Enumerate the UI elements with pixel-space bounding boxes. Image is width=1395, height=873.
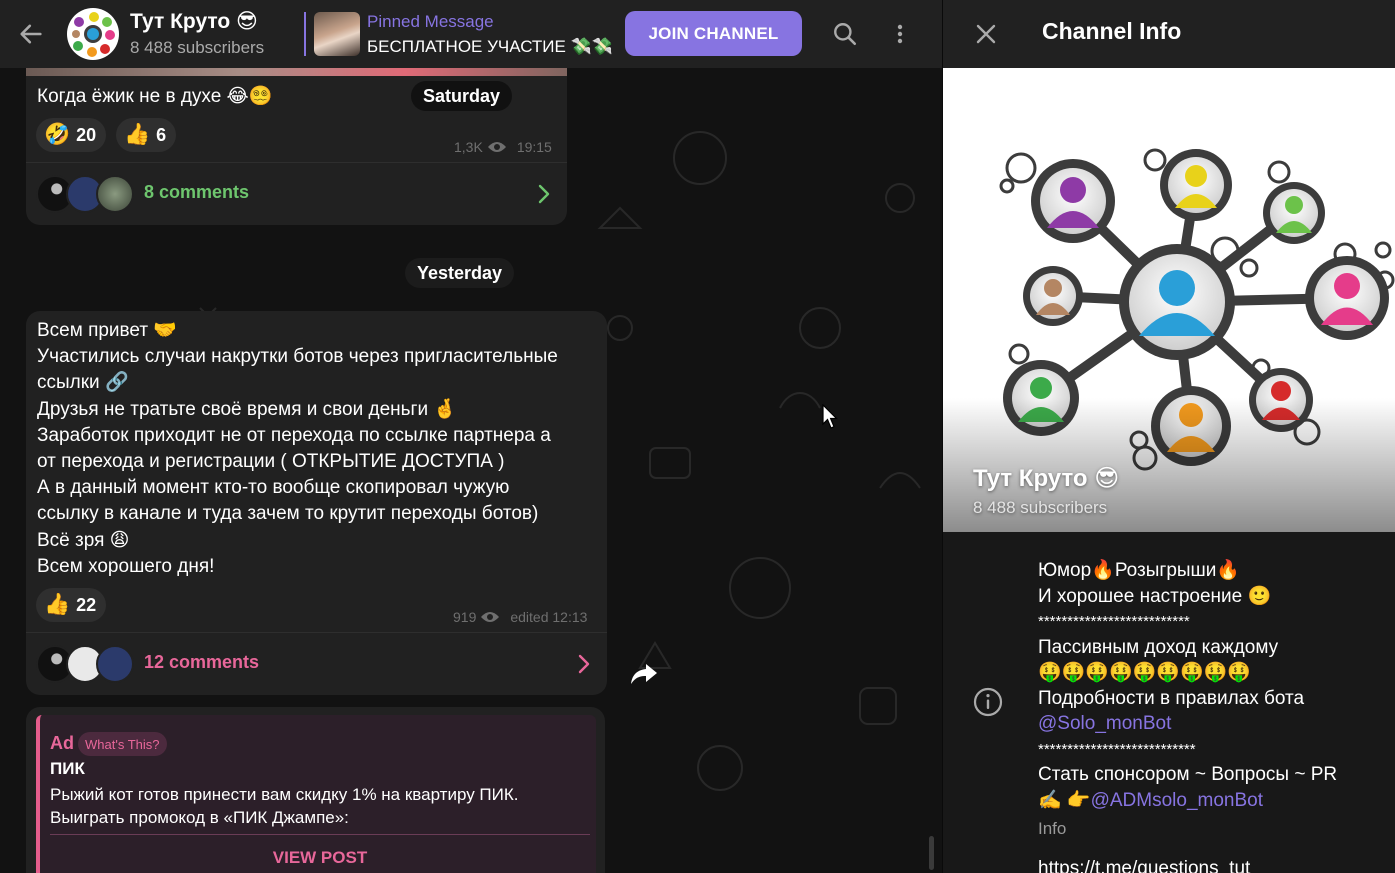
share-button[interactable] [625, 655, 663, 693]
thumbs-up-emoji-icon: 👍 [124, 123, 151, 146]
message-line: Участились случаи накрутки ботов через п… [37, 346, 558, 368]
mouse-cursor-icon [822, 404, 838, 429]
description-line: *************************** [1038, 740, 1196, 758]
reaction-chip[interactable]: 👍 6 [116, 118, 177, 152]
description-caption: Info [1038, 819, 1067, 838]
comments-link[interactable]: 8 comments [26, 162, 567, 224]
info-title: Channel Info [1042, 18, 1182, 44]
message-line: от перехода и регистрации ( ОТКРЫТИЕ ДОС… [37, 451, 505, 473]
message-bubble[interactable]: Всем привет 🤝 Участились случаи накрутки… [26, 311, 607, 695]
message-line: А в данный момент кто-то вообще скопиров… [37, 477, 510, 499]
message-time: edited 12:13 [510, 609, 588, 625]
arrow-left-icon [20, 24, 42, 44]
eye-icon [481, 612, 500, 622]
ad-label: Ad [50, 733, 74, 753]
channel-photo[interactable]: Тут Круто 😎 8 488 subscribers [943, 68, 1395, 532]
info-circle-icon [973, 687, 1003, 717]
comments-count[interactable]: 12 comments [144, 652, 259, 673]
reaction-count: 20 [76, 124, 97, 145]
pinned-text[interactable]: БЕСПЛАТНОЕ УЧАСТИЕ 💸💸 [367, 37, 613, 57]
more-menu-button[interactable] [881, 15, 919, 53]
message-text: Когда ёжик не в духе 😂😵‍💫 [37, 86, 273, 107]
share-arrow-icon [631, 664, 657, 684]
info-subscribers: 8 488 subscribers [973, 498, 1108, 517]
date-separator: Yesterday [405, 258, 515, 288]
channel-avatar[interactable] [67, 8, 119, 60]
message-line: ссылки 🔗 [37, 372, 129, 394]
description-line: ************************** [1038, 613, 1190, 630]
message-meta: 1,3K 19:15 [454, 139, 552, 155]
message-line: Всем хорошего дня! [37, 555, 215, 577]
chat-column: Тут Круто 😎 8 488 subscribers Pinned Mes… [0, 0, 942, 873]
more-vertical-icon [897, 24, 903, 44]
ad-text: Рыжий кот готов принести вам скидку 1% н… [50, 783, 519, 829]
pinned-thumbnail[interactable] [314, 12, 360, 56]
chevron-right-icon [578, 654, 590, 674]
description-line: И хорошее настроение 🙂 [1038, 585, 1272, 607]
avatar [96, 645, 134, 683]
chevron-right-icon [538, 184, 550, 204]
channel-title[interactable]: Тут Круто 😎 [130, 9, 258, 34]
channel-info-panel: Channel Info Тут Круто 😎 8 488 subscribe… [942, 0, 1395, 873]
reaction-chip[interactable]: 👍 22 [36, 588, 107, 622]
scrollbar-thumb[interactable] [929, 836, 934, 870]
message-line: ссылку в канале и туда зачем то крутит п… [37, 503, 539, 525]
info-channel-name: Тут Круто 😎 [973, 465, 1120, 492]
message-line: Всё зря 😩 [37, 529, 130, 551]
pinned-label[interactable]: Pinned Message [367, 12, 494, 32]
description-line: 🤑🤑🤑🤑🤑🤑🤑🤑🤑 [1038, 662, 1251, 683]
view-count: 1,3K [454, 139, 483, 155]
close-button[interactable] [967, 15, 1005, 53]
channel-description: Юмор🔥Розыгрыши🔥 И хорошее настроение 🙂 *… [1038, 558, 1337, 813]
search-icon [834, 23, 857, 46]
whats-this-button[interactable]: What's This? [78, 732, 167, 756]
admin-link[interactable]: @ADMsolo_monBot [1091, 790, 1263, 811]
view-count: 919 [453, 609, 477, 625]
subscriber-count: 8 488 subscribers [130, 38, 265, 57]
reaction-count: 6 [156, 124, 167, 145]
message-line: Всем привет 🤝 [37, 320, 178, 341]
ad-line: Выиграть промокод в «ПИК Джампе»: [50, 808, 349, 827]
ad-line: Рыжий кот готов принести вам скидку 1% н… [50, 785, 519, 804]
description-line: Юмор🔥Розыгрыши🔥 [1038, 560, 1241, 581]
description-line: Стать спонсором ~ Вопросы ~ PR [1038, 764, 1338, 785]
comments-link[interactable]: 12 comments [26, 632, 607, 694]
description-line: ✍️ 👉@ADMsolo_monBot [1038, 788, 1337, 814]
rofl-emoji-icon: 🤣 [44, 123, 71, 146]
divider [50, 834, 590, 835]
message-meta: 919 edited 12:13 [453, 609, 587, 625]
close-icon [976, 24, 996, 44]
avatar [96, 175, 134, 213]
sponsored-message[interactable]: Ad What's This? ПИК Рыжий кот готов прин… [26, 707, 605, 873]
comments-count[interactable]: 8 comments [144, 182, 249, 203]
reaction-chip[interactable]: 🤣 20 [36, 118, 107, 152]
network-logo-icon [72, 12, 115, 57]
eye-icon [487, 142, 506, 152]
message-text: Всем привет 🤝 Участились случаи накрутки… [37, 318, 558, 580]
search-button[interactable] [826, 15, 864, 53]
date-badge: Saturday [411, 81, 513, 111]
message-line: Заработок приходит не от перехода по ссы… [37, 424, 551, 446]
sponsored-card: Ad What's This? ПИК Рыжий кот готов прин… [36, 715, 596, 873]
thumbs-up-emoji-icon: 👍 [44, 593, 71, 616]
pinned-indicator [304, 12, 306, 56]
message-line: Друзья не тратьте своё время и свои день… [37, 398, 458, 420]
bot-link[interactable]: @Solo_monBot [1038, 711, 1337, 737]
info-header: Channel Info [943, 0, 1395, 68]
ad-title: ПИК [50, 759, 85, 778]
description-line: Пассивным доход каждому [1038, 636, 1279, 658]
view-post-button[interactable]: VIEW POST [50, 843, 590, 873]
back-button[interactable] [12, 15, 50, 53]
invite-link[interactable]: https://t.me/questions_tut [1038, 858, 1250, 873]
reaction-count: 22 [76, 594, 97, 615]
message-time: 19:15 [516, 139, 552, 155]
join-channel-button[interactable]: JOIN CHANNEL [625, 11, 802, 56]
admin-prefix: ✍️ 👉 [1038, 789, 1091, 811]
description-line: Подробности в правилах бота [1038, 687, 1305, 709]
chat-header: Тут Круто 😎 8 488 subscribers Pinned Mes… [0, 0, 942, 68]
